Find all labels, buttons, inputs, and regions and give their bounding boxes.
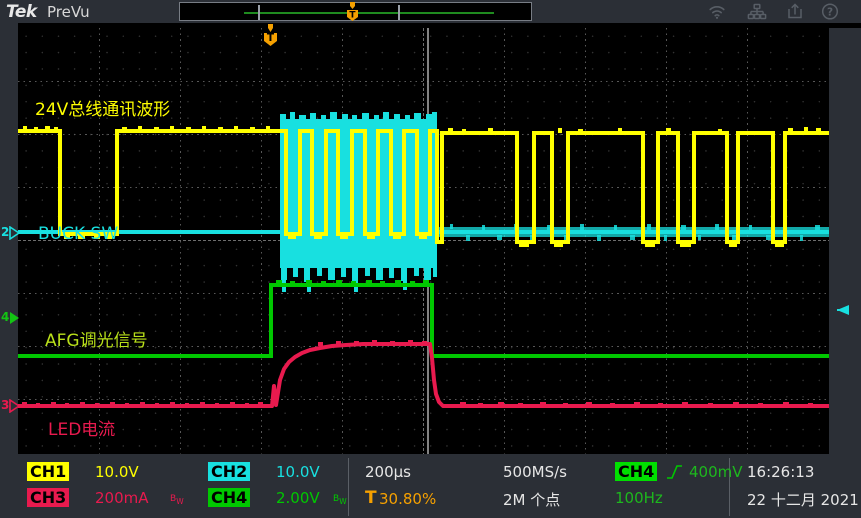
sample-rate-value[interactable]: 500MS/s bbox=[503, 463, 567, 481]
ch2-badge[interactable]: CH2 bbox=[208, 462, 250, 481]
svg-text:?: ? bbox=[827, 6, 833, 18]
rising-edge-icon[interactable] bbox=[666, 463, 683, 481]
ch3-waveform-label: LED电流 bbox=[48, 415, 115, 440]
network-icon[interactable] bbox=[747, 2, 767, 21]
ch2-waveform-label: BUCK SW bbox=[38, 224, 118, 244]
ch3-bandwidth-icon: BW bbox=[170, 494, 184, 506]
bottom-status-bar: CH1 10.0V CH3 200mA BW CH2 10.0V CH4 2.0… bbox=[0, 456, 861, 518]
waveform-overview-bar[interactable]: T bbox=[179, 2, 532, 21]
clock-time: 16:26:13 bbox=[747, 463, 814, 481]
overview-zoom-bracket[interactable] bbox=[258, 5, 400, 20]
wifi-icon[interactable] bbox=[707, 2, 727, 21]
waveform-graticule[interactable] bbox=[18, 28, 829, 454]
clock-panel: 16:26:13 22 十二月 2021 bbox=[735, 458, 861, 516]
ch4-bandwidth-icon: BW bbox=[333, 494, 347, 506]
ch4-waveform-label: AFG调光信号 bbox=[45, 326, 148, 351]
ch3-marker-arrow-icon[interactable] bbox=[9, 399, 20, 413]
ch3-scale-value[interactable]: 200mA bbox=[95, 489, 149, 507]
ch4-badge[interactable]: CH4 bbox=[208, 488, 250, 507]
top-toolbar: Tek PreVu T bbox=[0, 0, 861, 23]
svg-text:T: T bbox=[349, 11, 356, 21]
help-icon[interactable]: ? bbox=[820, 2, 840, 21]
ch1-scale-value[interactable]: 10.0V bbox=[95, 463, 139, 481]
ch1-waveform-label: 24V总线通讯波形 bbox=[35, 95, 170, 120]
ch4-scale-value[interactable]: 2.00V bbox=[276, 489, 320, 507]
trigger-position-icon: T bbox=[365, 488, 377, 508]
ch3-waveform bbox=[18, 28, 829, 454]
tek-logo: Tek bbox=[6, 2, 37, 22]
oscilloscope-screen: Tek PreVu T bbox=[0, 0, 861, 518]
ch2-gutter-marker[interactable]: 2 bbox=[1, 225, 19, 241]
timebase-value[interactable]: 200µs bbox=[365, 463, 411, 481]
ch1-badge[interactable]: CH1 bbox=[27, 462, 69, 481]
trigger-frequency-value: 100Hz bbox=[615, 489, 663, 507]
svg-text:T: T bbox=[267, 32, 275, 44]
ch4-marker-arrow-icon[interactable] bbox=[9, 311, 20, 325]
trigger-point-marker-icon[interactable]: T bbox=[263, 24, 278, 46]
trigger-position-value[interactable]: 30.80% bbox=[379, 490, 436, 508]
ch4-gutter-marker[interactable]: 4 bbox=[1, 310, 19, 326]
overview-trigger-marker-icon[interactable]: T bbox=[346, 2, 359, 22]
ch2-scale-value[interactable]: 10.0V bbox=[276, 463, 320, 481]
save-export-icon[interactable] bbox=[785, 2, 805, 21]
acquisition-mode-label: PreVu bbox=[47, 3, 90, 21]
record-length-value[interactable]: 2M 个点 bbox=[503, 489, 560, 510]
trigger-source-badge[interactable]: CH4 bbox=[615, 462, 657, 481]
ch2-marker-arrow-icon[interactable] bbox=[9, 226, 20, 240]
horizontal-trigger-panel: 200µs T 30.80% 500MS/s 2M 个点 CH4 400mV 1… bbox=[350, 458, 730, 516]
clock-date: 22 十二月 2021 bbox=[747, 489, 859, 510]
ch3-badge[interactable]: CH3 bbox=[27, 488, 69, 507]
ch4-level-arrow-icon[interactable] bbox=[833, 303, 849, 317]
channel-settings-panel: CH1 10.0V CH3 200mA BW CH2 10.0V CH4 2.0… bbox=[18, 458, 349, 516]
ch3-gutter-marker[interactable]: 3 bbox=[1, 398, 19, 414]
